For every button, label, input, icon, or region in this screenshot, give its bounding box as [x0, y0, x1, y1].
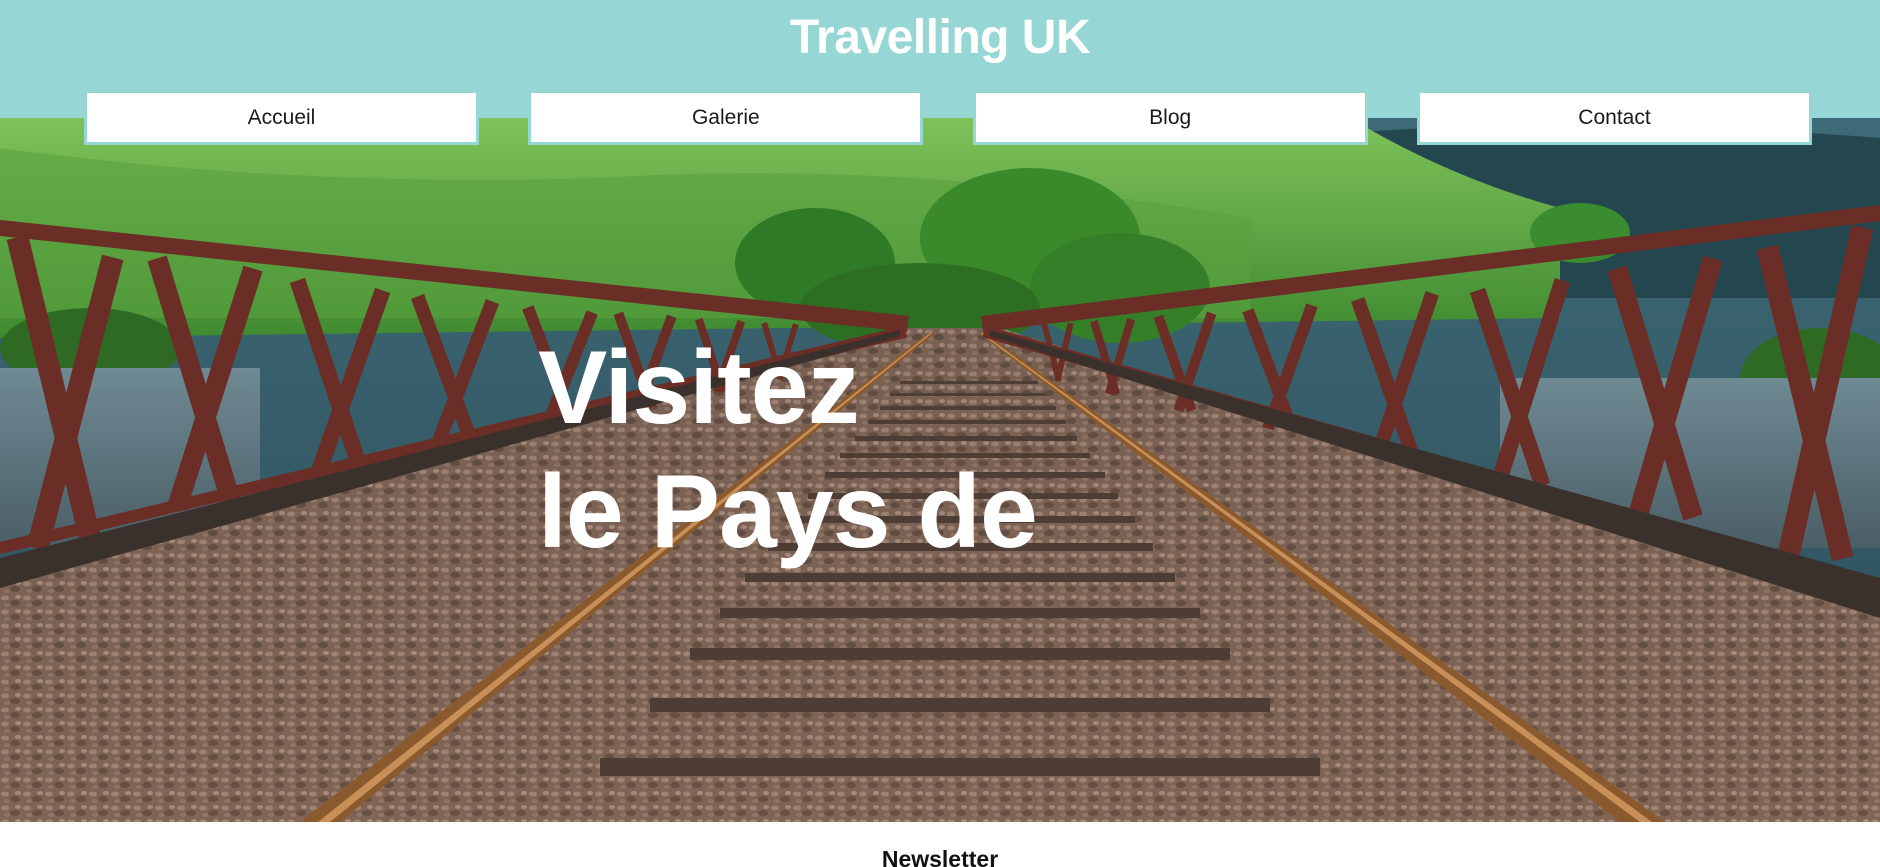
nav-item-blog[interactable]: Blog — [972, 93, 1368, 145]
hero-headline-line-2: le Pays de — [538, 454, 1038, 570]
newsletter-title: Newsletter — [881, 846, 999, 867]
nav-item-accueil[interactable]: Accueil — [84, 93, 479, 145]
newsletter-section: Newsletter — [0, 822, 1880, 867]
hero-section: Visitez le Pays de — [0, 118, 1880, 822]
main-nav: Accueil Galerie Blog Contact — [84, 93, 1812, 145]
nav-item-contact[interactable]: Contact — [1416, 93, 1812, 145]
site-title[interactable]: Travelling UK — [0, 10, 1880, 65]
nav-item-galerie[interactable]: Galerie — [528, 93, 924, 145]
hero-headline-line-1: Visitez — [538, 330, 860, 446]
hero-headline: Visitez le Pays de — [538, 326, 1038, 574]
